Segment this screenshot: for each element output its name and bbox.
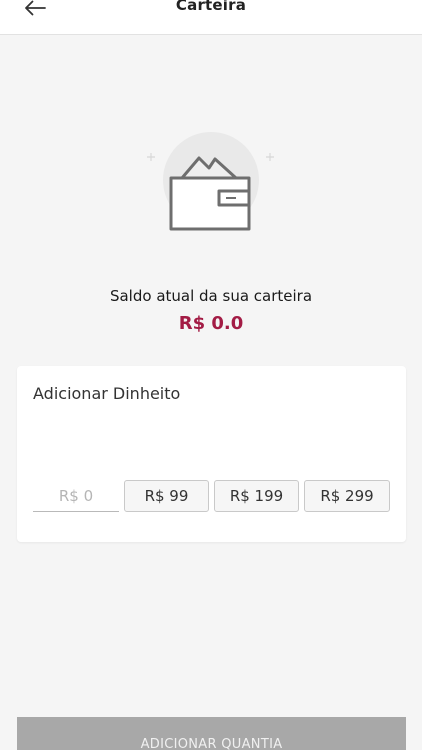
amount-input[interactable] <box>33 480 119 512</box>
wallet-illustration <box>140 130 282 240</box>
app-header: Carteira <box>0 0 422 35</box>
add-money-card: Adicionar Dinheito R$ 99 R$ 199 R$ 299 <box>17 366 406 542</box>
page-title: Carteira <box>175 0 247 14</box>
wallet-screen: Carteira Saldo atual da sua carteira R$ … <box>0 0 422 750</box>
quick-amount-99-button[interactable]: R$ 99 <box>124 480 209 512</box>
add-amount-button[interactable]: ADICIONAR QUANTIA <box>17 717 406 750</box>
quick-amount-299-button[interactable]: R$ 299 <box>304 480 390 512</box>
quick-amount-199-button[interactable]: R$ 199 <box>214 480 299 512</box>
add-money-title: Adicionar Dinheito <box>33 384 181 403</box>
balance-value: R$ 0.0 <box>178 313 244 334</box>
balance-label: Saldo atual da sua carteira <box>109 287 313 305</box>
